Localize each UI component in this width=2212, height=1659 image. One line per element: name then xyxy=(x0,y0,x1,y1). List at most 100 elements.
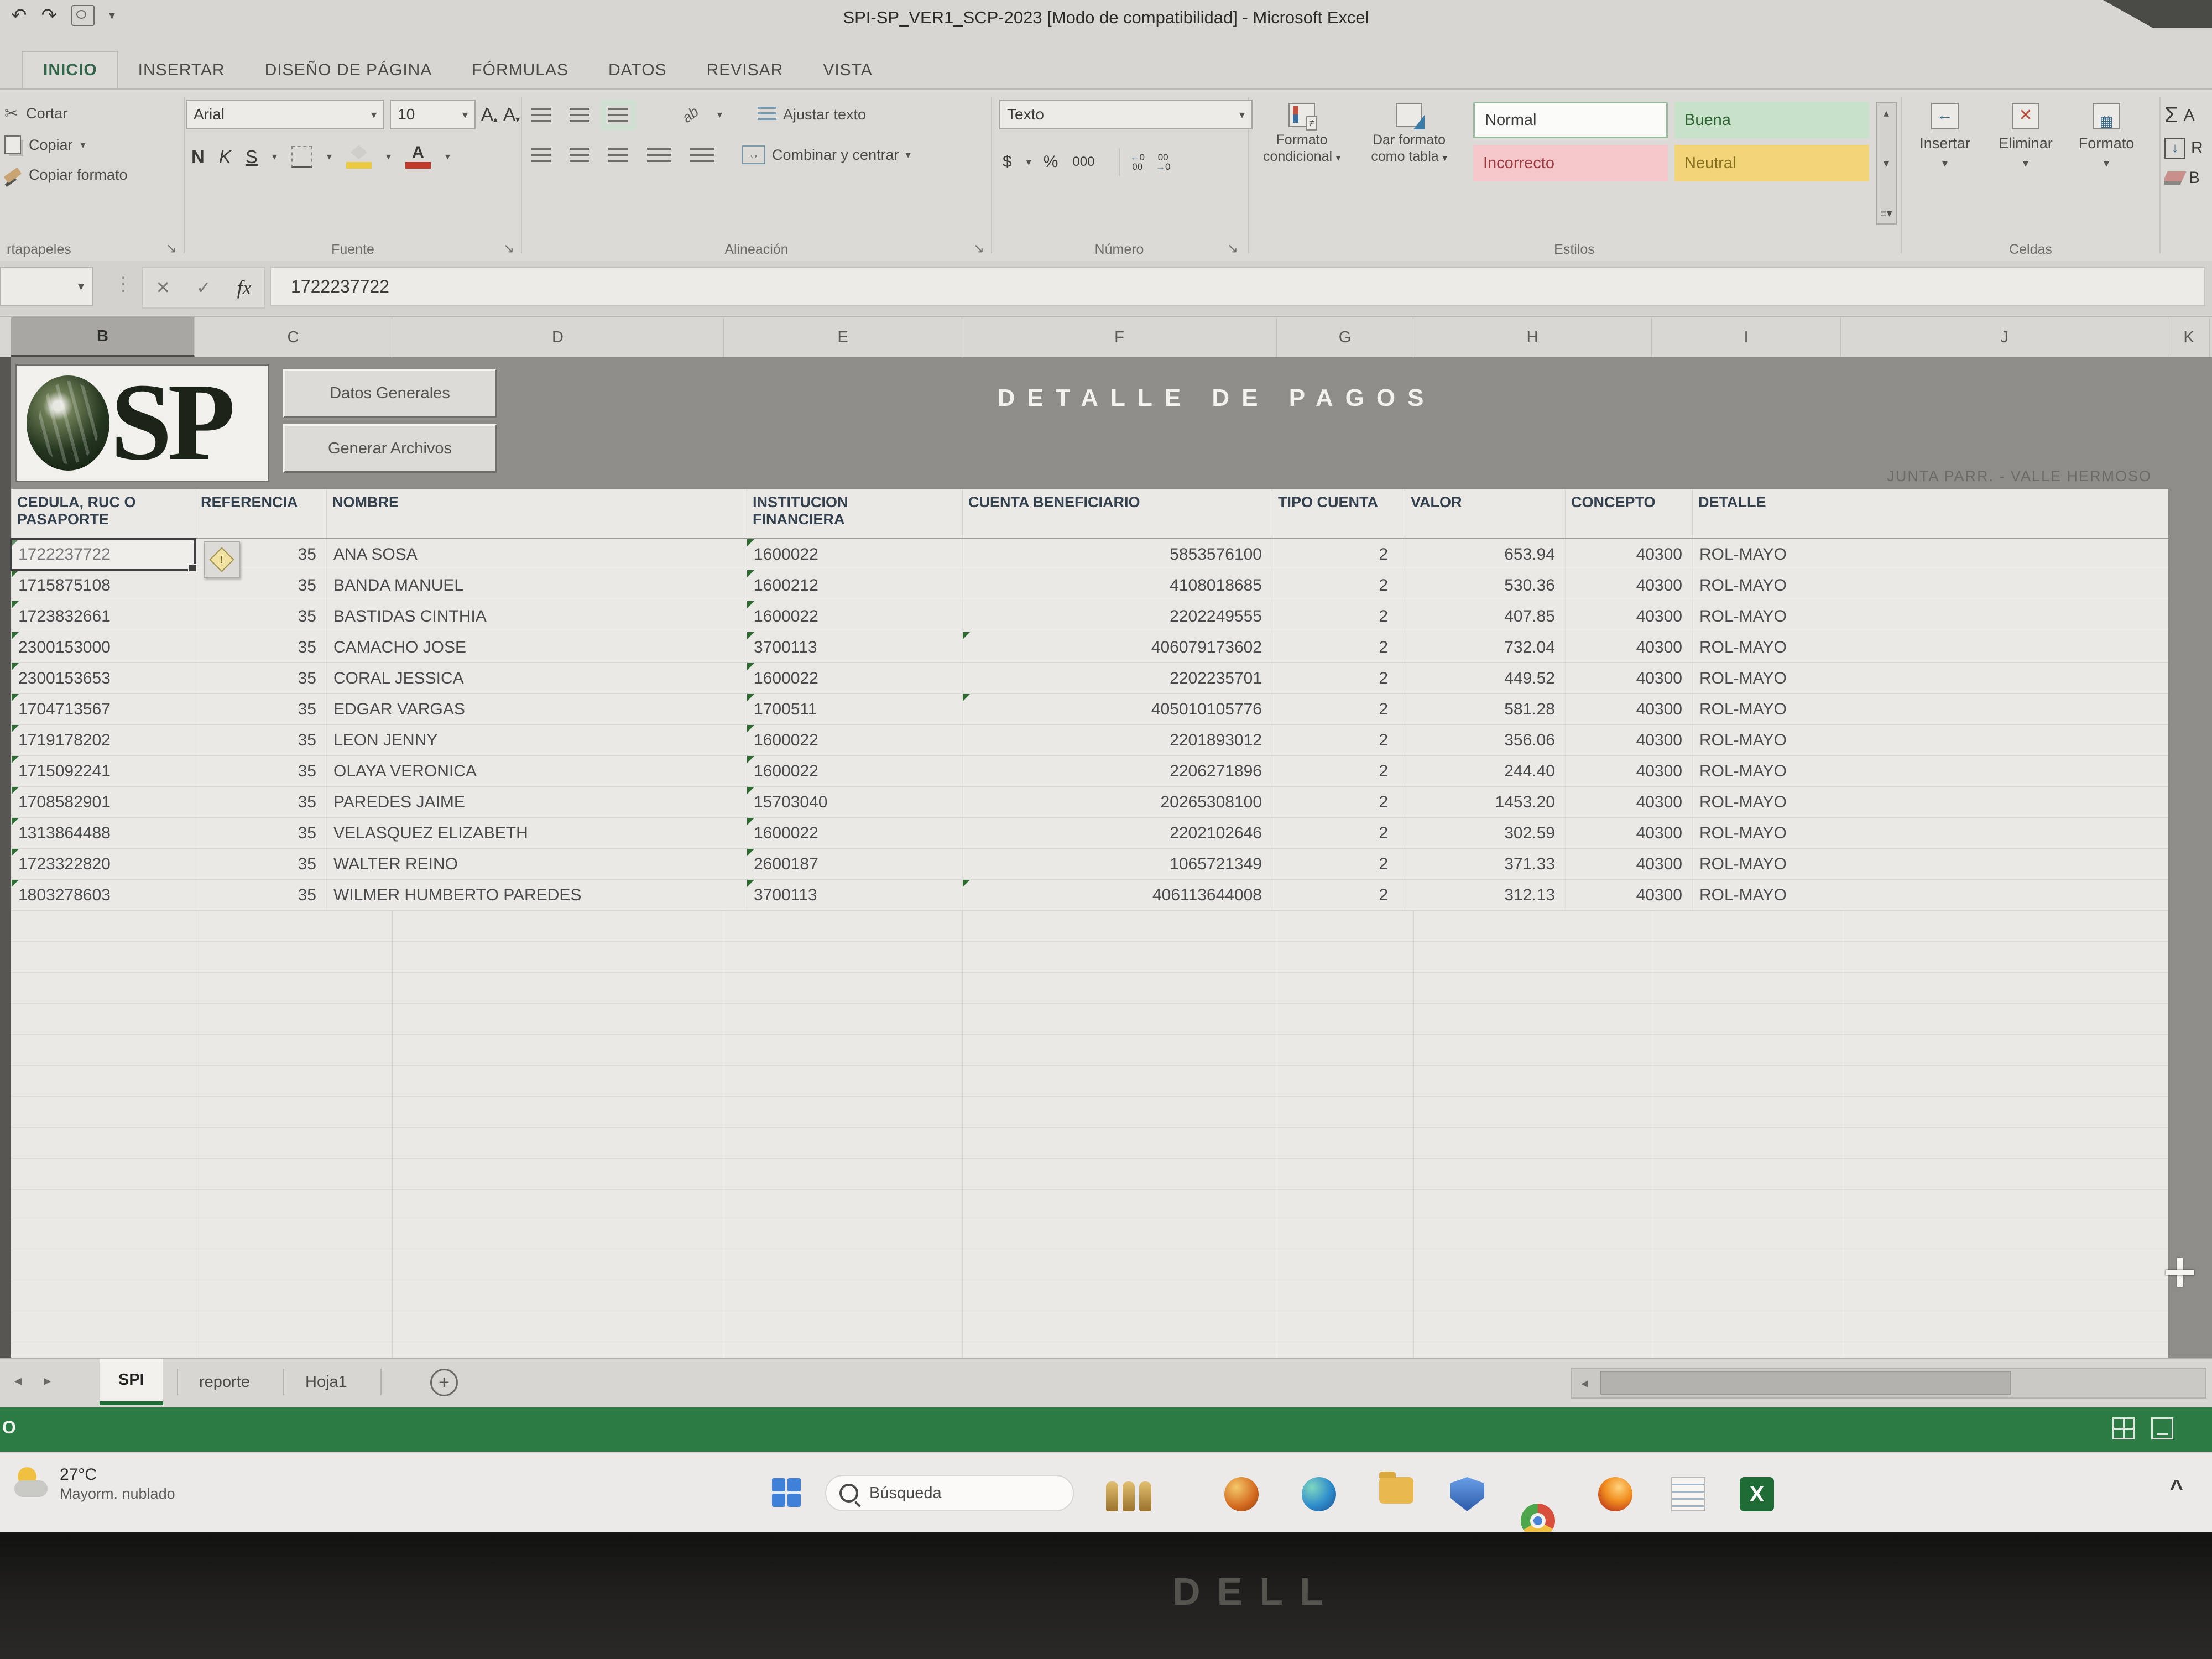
formula-input[interactable]: 1722237722 xyxy=(270,267,2205,306)
cell-valor[interactable]: 1453.20 xyxy=(1405,787,1565,817)
column-header-k[interactable]: K xyxy=(2168,317,2210,358)
clear-button[interactable]: B xyxy=(2164,169,2212,187)
grow-font-button[interactable]: A▴ xyxy=(481,104,498,125)
autosum-button[interactable]: Σ A xyxy=(2164,103,2212,128)
cell-cedula[interactable]: 1708582901 xyxy=(11,787,195,817)
edge-icon[interactable] xyxy=(1302,1477,1336,1511)
cell-detalle[interactable]: ROL-MAYO xyxy=(1692,818,2168,848)
cell-cedula[interactable]: 1719178202 xyxy=(11,725,195,755)
cell-valor[interactable]: 581.28 xyxy=(1405,694,1565,724)
formula-bar-handle[interactable]: ⋮ xyxy=(114,273,133,295)
figurines-icon[interactable] xyxy=(1106,1477,1167,1511)
cell-referencia[interactable]: 35 xyxy=(195,756,326,786)
cell-referencia[interactable]: 35 xyxy=(195,601,326,632)
cell-cedula[interactable]: 1715092241 xyxy=(11,756,195,786)
cell-nombre[interactable]: OLAYA VERONICA xyxy=(326,756,747,786)
cell-nombre[interactable]: WALTER REINO xyxy=(326,849,747,879)
fill-color-caret-icon[interactable]: ▾ xyxy=(386,151,391,163)
cell-detalle[interactable]: ROL-MAYO xyxy=(1692,570,2168,601)
cell-nombre[interactable]: BASTIDAS CINTHIA xyxy=(326,601,747,632)
align-right-icon[interactable] xyxy=(608,148,628,162)
cell-referencia[interactable]: 35 xyxy=(195,880,326,910)
cell-detalle[interactable]: ROL-MAYO xyxy=(1692,849,2168,879)
file-explorer-icon[interactable] xyxy=(1379,1477,1413,1504)
page-layout-icon[interactable] xyxy=(2151,1417,2173,1439)
styles-scroll-up-icon[interactable]: ▴ xyxy=(1884,106,1889,120)
defender-shield-icon[interactable] xyxy=(1450,1477,1484,1511)
underline-button[interactable]: S xyxy=(246,147,258,168)
table-row[interactable]: 1803278603 35 WILMER HUMBERTO PAREDES 37… xyxy=(11,880,2168,911)
cell-tipo[interactable]: 2 xyxy=(1272,663,1405,693)
cell-institucion[interactable]: 1600022 xyxy=(747,756,962,786)
cell-institucion[interactable]: 1600022 xyxy=(747,601,962,632)
tab-inicio[interactable]: INICIO xyxy=(22,51,118,88)
conditional-formatting-button[interactable]: Formato condicional ▾ xyxy=(1252,103,1352,165)
table-row[interactable]: 1723832661 35 BASTIDAS CINTHIA 1600022 2… xyxy=(11,601,2168,632)
table-row[interactable]: 2300153000 35 CAMACHO JOSE 3700113 40607… xyxy=(11,632,2168,663)
format-cells-button[interactable]: ↔▦ Formato ▾ xyxy=(2066,103,2147,170)
cell-valor[interactable]: 530.36 xyxy=(1405,570,1565,601)
generar-archivos-button[interactable]: Generar Archivos xyxy=(283,424,497,473)
column-header-b[interactable]: B xyxy=(11,317,195,358)
sheet-tab-hoja1[interactable]: Hoja1 xyxy=(286,1359,366,1405)
cell-valor[interactable]: 732.04 xyxy=(1405,632,1565,662)
table-row[interactable]: 1313864488 35 VELASQUEZ ELIZABETH 160002… xyxy=(11,818,2168,849)
cell-cedula[interactable]: 1704713567 xyxy=(11,694,195,724)
table-row[interactable]: 1715092241 35 OLAYA VERONICA 1600022 220… xyxy=(11,756,2168,787)
format-as-table-button[interactable]: Dar formato como tabla ▾ xyxy=(1359,103,1459,165)
cell-cuenta[interactable]: 20265308100 xyxy=(962,787,1272,817)
cell-nombre[interactable]: EDGAR VARGAS xyxy=(326,694,747,724)
weather-widget[interactable]: 27°C Mayorm. nublado xyxy=(14,1465,175,1503)
sheet-tab-reporte[interactable]: reporte xyxy=(180,1359,269,1405)
align-center-icon[interactable] xyxy=(570,148,589,162)
cell-nombre[interactable]: CAMACHO JOSE xyxy=(326,632,747,662)
wrap-text-button[interactable]: Ajustar texto xyxy=(758,106,866,123)
excel-taskbar-icon[interactable]: X xyxy=(1740,1477,1774,1511)
cell-referencia[interactable]: 35 xyxy=(195,694,326,724)
cell-concepto[interactable]: 40300 xyxy=(1565,694,1692,724)
cell-cuenta[interactable]: 406079173602 xyxy=(962,632,1272,662)
cell-institucion[interactable]: 15703040 xyxy=(747,787,962,817)
borders-icon[interactable] xyxy=(291,146,312,168)
cell-cedula[interactable]: 2300153653 xyxy=(11,663,195,693)
scrollbar-thumb[interactable] xyxy=(1600,1371,2011,1395)
cell-concepto[interactable]: 40300 xyxy=(1565,725,1692,755)
cell-detalle[interactable]: ROL-MAYO xyxy=(1692,880,2168,910)
cell-concepto[interactable]: 40300 xyxy=(1565,818,1692,848)
cell-valor[interactable]: 244.40 xyxy=(1405,756,1565,786)
fill-handle[interactable] xyxy=(188,564,197,572)
cell-nombre[interactable]: BANDA MANUEL xyxy=(326,570,747,601)
cell-nombre[interactable]: WILMER HUMBERTO PAREDES xyxy=(326,880,747,910)
merge-center-button[interactable]: ↔ Combinar y centrar ▾ xyxy=(742,145,911,164)
cut-button[interactable]: ✂ Cortar xyxy=(4,104,182,123)
format-painter-button[interactable]: Copiar formato xyxy=(4,166,182,184)
cell-referencia[interactable]: 35 xyxy=(195,787,326,817)
cell-detalle[interactable]: ROL-MAYO xyxy=(1692,725,2168,755)
cell-valor[interactable]: 449.52 xyxy=(1405,663,1565,693)
increase-indent-icon[interactable] xyxy=(690,148,714,162)
cell-cuenta[interactable]: 1065721349 xyxy=(962,849,1272,879)
font-color-button[interactable]: A xyxy=(405,145,431,169)
underline-caret-icon[interactable]: ▾ xyxy=(272,151,277,163)
cell-cedula[interactable]: 1723832661 xyxy=(11,601,195,632)
cell-tipo[interactable]: 2 xyxy=(1272,601,1405,632)
style-chip-neutral[interactable]: Neutral xyxy=(1674,145,1869,181)
style-chip-buena[interactable]: Buena xyxy=(1674,102,1869,138)
bold-button[interactable]: N xyxy=(191,147,205,168)
styles-scroll-down-icon[interactable]: ▾ xyxy=(1884,156,1889,170)
tab-revisar[interactable]: REVISAR xyxy=(687,52,804,88)
cell-valor[interactable]: 407.85 xyxy=(1405,601,1565,632)
cell-detalle[interactable]: ROL-MAYO xyxy=(1692,601,2168,632)
cell-detalle[interactable]: ROL-MAYO xyxy=(1692,787,2168,817)
table-row[interactable]: 1722237722 35 ANA SOSA 1600022 585357610… xyxy=(11,539,2168,570)
cell-tipo[interactable]: 2 xyxy=(1272,818,1405,848)
italic-button[interactable]: K xyxy=(219,147,231,168)
cell-cedula[interactable]: 1803278603 xyxy=(11,880,195,910)
font-launcher-icon[interactable]: ↘ xyxy=(503,241,514,257)
empty-cells-area[interactable] xyxy=(11,911,2168,1358)
cell-detalle[interactable]: ROL-MAYO xyxy=(1692,694,2168,724)
search-box[interactable]: Búsqueda xyxy=(825,1475,1074,1511)
cell-cuenta[interactable]: 2202235701 xyxy=(962,663,1272,693)
fill-button[interactable]: ↓ R xyxy=(2164,138,2212,159)
align-top-icon[interactable] xyxy=(531,108,551,122)
